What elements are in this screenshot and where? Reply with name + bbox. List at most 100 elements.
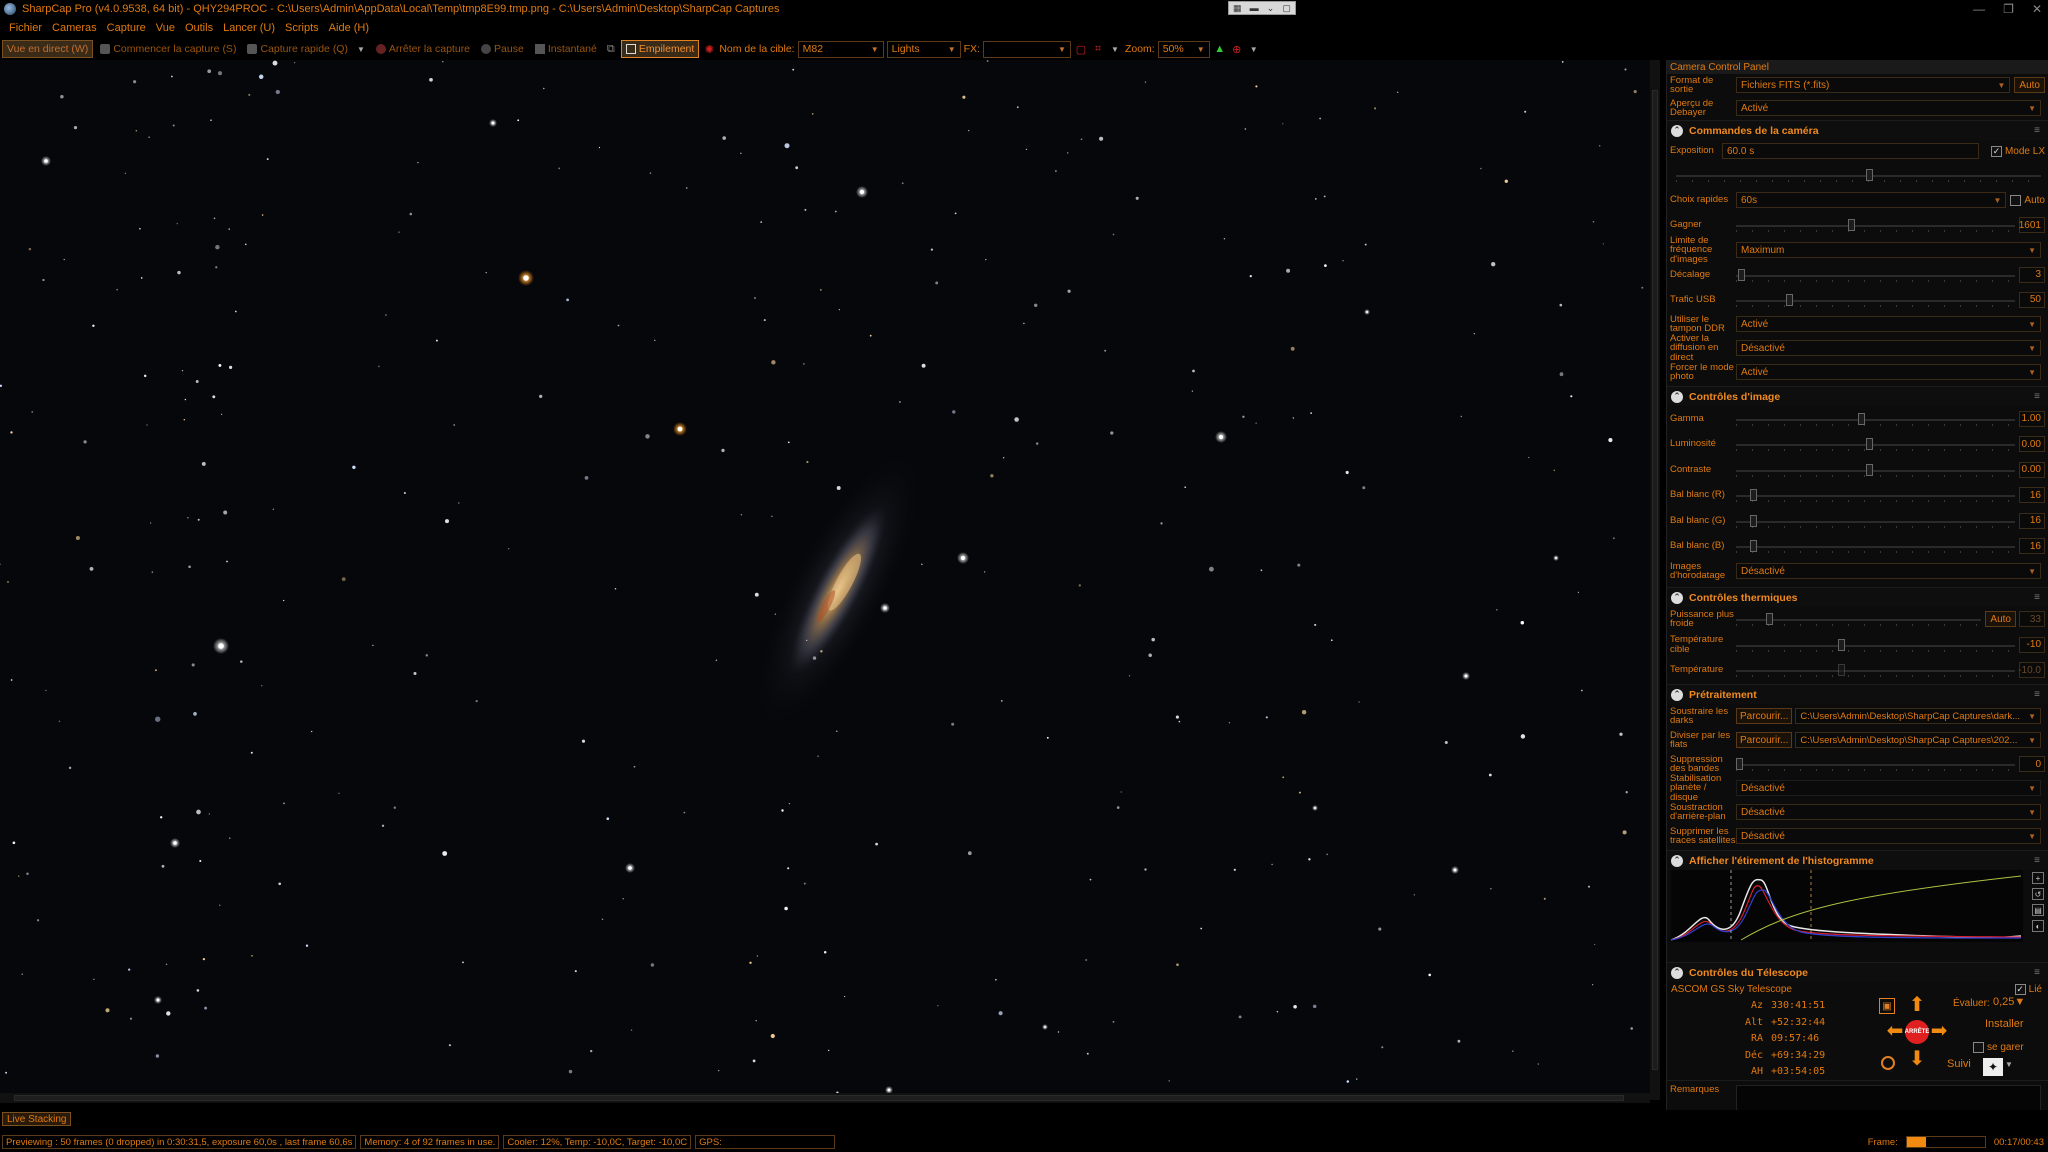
linked-checkbox[interactable]: ✓ (2014, 984, 2026, 995)
live-stacking-tab[interactable]: Live Stacking (2, 1112, 72, 1126)
save-icon[interactable]: ▤ (2032, 904, 2044, 916)
frame-type-select[interactable]: Lights ▼ (886, 40, 961, 58)
menu-help[interactable]: Aide (H) (324, 22, 374, 34)
gamma-slider-knob[interactable] (1858, 412, 1865, 425)
satellite-select[interactable]: Désactivé ▼ (1736, 828, 2041, 844)
banding-slider[interactable] (1736, 756, 2015, 772)
menu-cameras[interactable]: Cameras (47, 22, 102, 34)
notes-textarea[interactable] (1736, 1085, 2041, 1110)
exposure-slider-knob[interactable] (1866, 169, 1873, 181)
live-broadcast-select[interactable]: Désactivé ▼ (1736, 340, 2041, 356)
darks-browse-button[interactable]: Parcourir... (1736, 708, 1793, 724)
snapshot-button[interactable]: Instantané (531, 40, 601, 58)
banding-value[interactable]: 0 (2019, 756, 2045, 772)
live-stacking-button[interactable]: Empilement (620, 40, 700, 58)
camera-controls-header[interactable]: ⌃ Commandes de la caméra ≡ (1667, 120, 2048, 140)
cooler-power-slider-knob[interactable] (1766, 613, 1773, 625)
brightness-slider-knob[interactable] (1866, 438, 1873, 450)
rate-select[interactable]: 0,25▼ (1993, 996, 2035, 1012)
chevron-up-icon[interactable]: ⌃ (1671, 966, 1683, 979)
offset-value[interactable]: 3 (2019, 266, 2045, 283)
menu-scripts[interactable]: Scripts (280, 22, 324, 34)
park-checkbox[interactable] (1973, 1042, 1984, 1053)
photo-mode-select[interactable]: Activé ▼ (1736, 364, 2041, 380)
live-view-button[interactable]: Vue en direct (W) (2, 40, 94, 58)
quick-picks-select[interactable]: 60s ▼ (1736, 192, 2007, 208)
home-icon[interactable] (1881, 1056, 1895, 1070)
zoom-select[interactable]: 50% ▼ (1157, 40, 1210, 58)
cooler-power-auto-button[interactable]: Auto (1985, 611, 2016, 627)
target-name-select[interactable]: M82 ▼ (797, 40, 884, 58)
hamburger-menu-icon[interactable]: ≡ (2034, 689, 2040, 700)
quick-picks-auto-checkbox[interactable] (2010, 194, 2022, 206)
park-toggle[interactable]: se garer (1973, 1042, 2024, 1053)
usb-traffic-value[interactable]: 50 (2019, 291, 2045, 308)
quick-capture-button[interactable]: Capture rapide (Q) ▼ (243, 40, 368, 58)
hamburger-menu-icon[interactable]: ≡ (2034, 391, 2040, 402)
histogram-plot[interactable] (1671, 870, 2023, 942)
chevron-up-icon[interactable]: ⌃ (1671, 591, 1683, 604)
histogram-area[interactable]: + ↺ ▤ ◐ (1667, 870, 2048, 942)
darks-path-select[interactable]: C:\Users\Admin\Desktop\SharpCap Captures… (1795, 708, 2041, 724)
exposure-input[interactable]: 60.0 s (1722, 143, 1979, 159)
magnifier-icon[interactable]: ⊕ (1230, 42, 1244, 56)
brightness-value[interactable]: 0.00 (2019, 436, 2045, 452)
histogram-header[interactable]: ⌃ Afficher l'étirement de l'histogramme … (1667, 850, 2048, 870)
vertical-scroll-thumb[interactable] (1652, 90, 1658, 1070)
banding-slider-knob[interactable] (1736, 758, 1743, 770)
telescope-controls-header[interactable]: ⌃ Contrôles du Télescope ≡ (1667, 962, 2048, 982)
start-capture-button[interactable]: Commencer la capture (S) (96, 40, 240, 58)
image-viewport[interactable] (0, 60, 1650, 1100)
chevron-up-icon[interactable]: ⌃ (1671, 854, 1683, 867)
cooler-power-slider[interactable] (1736, 611, 1982, 627)
gain-slider[interactable] (1736, 217, 2015, 233)
settings-stack-icon[interactable]: ⧉ (604, 42, 618, 56)
vertical-scrollbar[interactable] (1650, 60, 1660, 1100)
chevron-down-icon[interactable]: ▼ (1247, 42, 1261, 56)
chevron-down-icon[interactable]: ▼ (2005, 1060, 2013, 1069)
chevron-down-icon[interactable]: ▼ (1108, 42, 1122, 56)
sync-icon[interactable]: ▣ (1879, 998, 1895, 1014)
menu-tools[interactable]: Outils (180, 22, 218, 34)
image-controls-header[interactable]: ⌃ Contrôles d'image ≡ (1667, 386, 2048, 406)
track-button[interactable]: Suivi (1947, 1058, 1971, 1074)
contrast-value[interactable]: 0.00 (2019, 461, 2045, 478)
chevron-down-icon[interactable]: ⌄ (1267, 3, 1275, 14)
arrow-left-icon[interactable]: ⬅ (1885, 1021, 1905, 1042)
preprocessing-header[interactable]: ⌃ Prétraitement ≡ (1667, 684, 2048, 704)
chevron-up-icon[interactable]: ⌃ (1671, 124, 1683, 137)
target-temp-slider-knob[interactable] (1838, 638, 1845, 651)
wb-green-value[interactable]: 16 (2019, 512, 2045, 529)
frame-limit-select[interactable]: Maximum ▼ (1736, 242, 2041, 258)
chevron-up-icon[interactable]: ⌃ (1671, 390, 1683, 403)
wb-green-slider[interactable] (1736, 513, 2015, 529)
stretch-icon[interactable]: ◐ (2032, 920, 2044, 932)
menu-launch[interactable]: Lancer (U) (218, 22, 280, 34)
usb-traffic-slider-knob[interactable] (1786, 293, 1793, 306)
ddr-buffer-select[interactable]: Activé ▼ (1736, 316, 2041, 332)
horizontal-scroll-thumb[interactable] (14, 1095, 1624, 1101)
dash-icon[interactable]: ▬ (1250, 3, 1259, 13)
exposure-slider[interactable] (1676, 167, 2041, 183)
reset-icon[interactable]: ↺ (2032, 888, 2044, 900)
menu-file[interactable]: Fichier (4, 22, 47, 34)
lx-mode-checkbox[interactable]: ✓ (1990, 145, 2002, 157)
maximize-button[interactable]: ❐ (2003, 0, 2014, 18)
output-format-select[interactable]: Fichiers FITS (*.fits) ▼ (1736, 77, 2011, 93)
offset-slider[interactable] (1736, 267, 2015, 283)
stop-capture-button[interactable]: Arrêter la capture (372, 40, 474, 58)
hamburger-menu-icon[interactable]: ≡ (2034, 967, 2040, 978)
contrast-slider-knob[interactable] (1866, 463, 1873, 476)
offset-slider-knob[interactable] (1738, 268, 1745, 281)
histogram-icon[interactable]: ▲ (1213, 42, 1227, 56)
menu-view[interactable]: Vue (151, 22, 180, 34)
reticle-icon[interactable]: ⌗ (1091, 42, 1105, 56)
flats-path-select[interactable]: C:\Users\Admin\Desktop\SharpCap Captures… (1795, 732, 2041, 748)
restore-icon[interactable]: ▢ (1282, 3, 1291, 14)
hamburger-menu-icon[interactable]: ≡ (2034, 592, 2040, 603)
hamburger-menu-icon[interactable]: ≡ (2034, 125, 2040, 136)
gain-slider-knob[interactable] (1848, 219, 1855, 231)
usb-traffic-slider[interactable] (1736, 292, 2015, 308)
flats-browse-button[interactable]: Parcourir... (1736, 732, 1793, 748)
timestamp-select[interactable]: Désactivé ▼ (1736, 563, 2041, 579)
